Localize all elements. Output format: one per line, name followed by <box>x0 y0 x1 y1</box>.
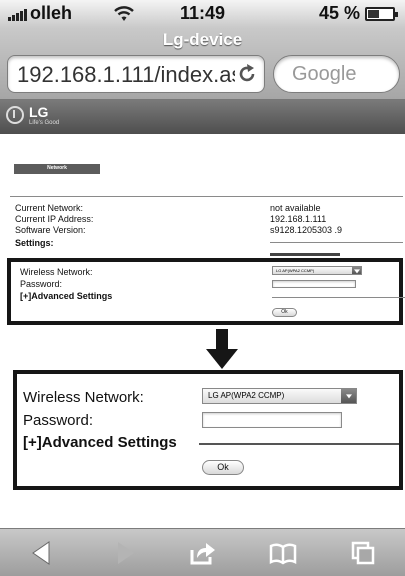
divider <box>10 196 403 197</box>
chevron-down-icon <box>341 389 356 403</box>
current-network-value: not available <box>270 203 321 213</box>
current-ip-label: Current IP Address: <box>15 214 94 224</box>
ok-button[interactable]: Ok <box>272 308 297 317</box>
page-title: Lg-device <box>162 30 243 49</box>
wireless-network-value: LG AP(WPA2 CCMP) <box>276 268 315 273</box>
current-network-label: Current Network: <box>15 203 84 213</box>
wireless-network-label: Wireless Network: <box>20 267 93 277</box>
browser-bottom-toolbar <box>0 528 405 576</box>
reload-icon[interactable] <box>236 63 258 85</box>
battery-percent: 45 % <box>318 3 360 23</box>
current-ip-value: 192.168.1.111 <box>270 214 327 224</box>
brand-tagline: Life's Good <box>29 120 60 126</box>
software-version-label: Software Version: <box>15 225 86 235</box>
forward-icon <box>118 542 134 564</box>
forward-button[interactable] <box>94 529 154 576</box>
bookmarks-icon <box>269 543 297 565</box>
back-icon <box>32 541 50 565</box>
divider <box>272 297 405 298</box>
search-field[interactable]: Google <box>273 55 400 93</box>
battery-icon <box>365 7 398 21</box>
password-field[interactable] <box>272 280 356 288</box>
ok-button[interactable]: Ok <box>202 460 244 475</box>
password-field[interactable] <box>202 412 342 428</box>
divider <box>199 443 399 445</box>
tabs-button[interactable] <box>333 529 393 576</box>
advanced-settings-link[interactable]: [+]Advanced Settings <box>20 291 112 301</box>
tab-network[interactable]: Network <box>14 164 100 174</box>
software-version-value: s9128.1205303 .9 <box>270 225 343 235</box>
password-label: Password: <box>23 412 94 429</box>
arrow-down-icon <box>206 329 238 369</box>
chevron-down-icon <box>352 267 361 274</box>
wireless-network-value: LG AP(WPA2 CCMP) <box>208 391 285 400</box>
wireless-network-select[interactable]: LG AP(WPA2 CCMP) <box>272 266 362 275</box>
battery-fill <box>368 10 379 18</box>
divider <box>270 242 403 243</box>
tabs-icon <box>351 541 375 565</box>
status-bar: olleh 11:49 45 % <box>0 0 405 28</box>
bookmarks-button[interactable] <box>253 529 313 576</box>
wireless-network-label: Wireless Network: <box>23 389 144 406</box>
back-button[interactable] <box>13 529 73 576</box>
share-button[interactable] <box>172 529 232 576</box>
settings-zoom-box: Wireless Network: LG AP(WPA2 CCMP) Passw… <box>13 370 403 490</box>
tab-network-label: Network <box>47 165 67 171</box>
lg-header: LG Life's Good <box>0 100 405 134</box>
brand-name: LG <box>29 104 49 120</box>
address-bar[interactable]: 192.168.1.111/index.asp <box>7 55 265 93</box>
settings-highlight-box: Wireless Network: LG AP(WPA2 CCMP) Passw… <box>7 258 405 325</box>
password-label: Password: <box>20 279 63 289</box>
settings-heading: Settings: <box>15 238 54 248</box>
url-text[interactable]: 192.168.1.111/index.asp <box>17 62 235 88</box>
search-placeholder: Google <box>292 63 357 85</box>
wireless-network-select[interactable]: LG AP(WPA2 CCMP) <box>202 388 357 404</box>
browser-toolbar: Lg-device 192.168.1.111/index.asp Google <box>0 28 405 100</box>
screen: { "status_bar": { "carrier": "olleh", "t… <box>0 0 405 576</box>
share-icon <box>190 543 215 565</box>
lg-logo-icon <box>6 106 24 124</box>
divider <box>270 253 340 256</box>
advanced-settings-link[interactable]: [+]Advanced Settings <box>23 434 177 451</box>
